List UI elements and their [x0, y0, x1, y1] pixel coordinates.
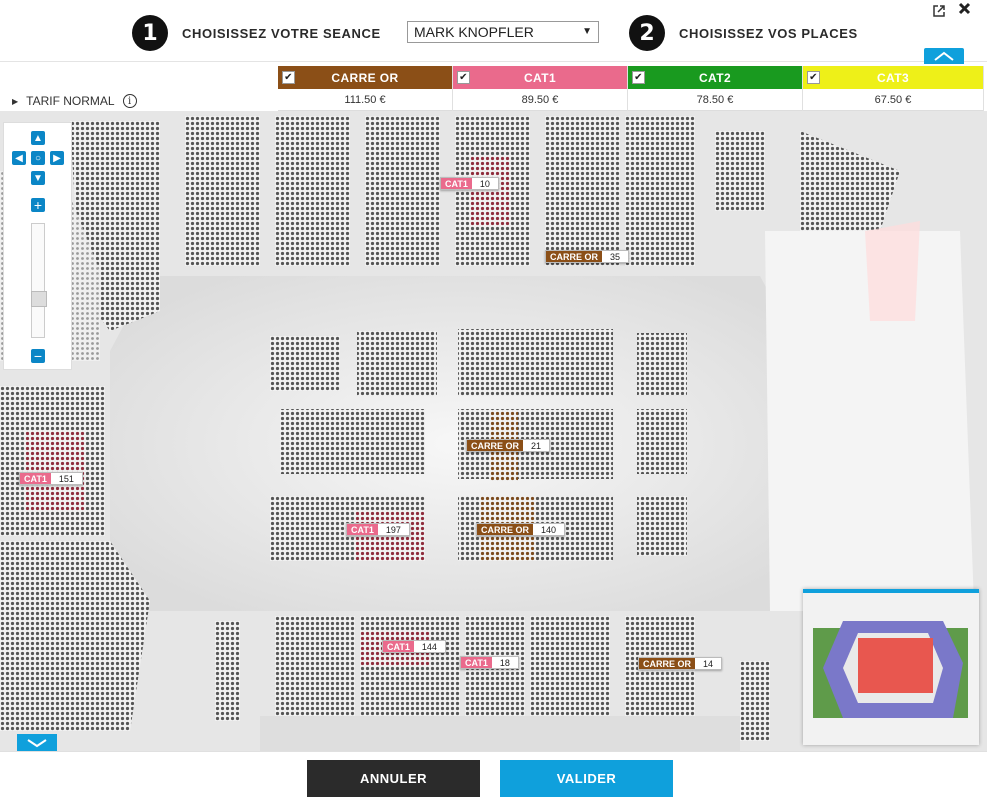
- pan-down-button[interactable]: ▼: [31, 171, 45, 185]
- info-icon[interactable]: i: [122, 94, 137, 108]
- map-tag[interactable]: CARRE OR 35: [545, 250, 630, 263]
- map-tag-category: CAT1: [461, 657, 492, 668]
- dropdown-arrow-icon: ▼: [582, 26, 592, 37]
- pan-up-button[interactable]: ▲: [31, 131, 45, 145]
- checkbox-icon[interactable]: ✔: [632, 71, 645, 84]
- step-2-label: CHOISISSEZ VOS PLACES: [679, 25, 858, 41]
- step-1-number: 1: [132, 15, 168, 51]
- pan-right-button[interactable]: ▶: [50, 151, 64, 165]
- bottom-bar: ANNULER VALIDER: [0, 751, 987, 800]
- zoom-control: ▲ ◀ ○ ▶ ▼ + −: [3, 122, 72, 370]
- map-tag[interactable]: CARRE OR 140: [476, 523, 566, 536]
- map-tag-count: 144: [413, 641, 445, 652]
- category-cat2: ✔ CAT2 78.50 €: [628, 66, 803, 111]
- map-tag-category: CAT1: [347, 524, 378, 535]
- category-header[interactable]: ✔ CAT3: [803, 66, 983, 89]
- category-name: CAT3: [876, 70, 910, 85]
- map-tag-count: 10: [471, 178, 498, 189]
- chevron-up-icon: [934, 51, 954, 61]
- map-tag-category: CARRE OR: [639, 658, 696, 669]
- minimap[interactable]: [803, 589, 979, 745]
- map-tag-category: CAT1: [383, 641, 414, 652]
- map-tag-count: 21: [523, 440, 550, 451]
- map-tag-count: 35: [602, 251, 629, 262]
- map-tag-count: 14: [695, 658, 722, 669]
- category-price: 78.50 €: [628, 89, 802, 111]
- step-1: 1 CHOISISSEZ VOTRE SEANCE: [132, 15, 381, 51]
- zoom-slider-handle[interactable]: [31, 291, 47, 307]
- cancel-button[interactable]: ANNULER: [307, 760, 480, 797]
- category-header[interactable]: ✔ CAT1: [453, 66, 627, 89]
- show-select[interactable]: MARK KNOPFLER ▼: [407, 21, 599, 43]
- category-price: 111.50 €: [278, 89, 452, 111]
- category-name: CAT1: [523, 70, 557, 85]
- step-2: 2 CHOISISSEZ VOS PLACES: [629, 15, 858, 51]
- map-tag-category: CARRE OR: [467, 440, 524, 451]
- category-cat1: ✔ CAT1 89.50 €: [453, 66, 628, 111]
- category-cat3: ✔ CAT3 67.50 €: [803, 66, 984, 111]
- map-tag[interactable]: CAT1 144: [382, 640, 446, 653]
- category-name: CAT2: [698, 70, 732, 85]
- tariff-label: TARIF NORMAL: [26, 94, 115, 108]
- reset-view-button[interactable]: ○: [31, 151, 45, 165]
- map-tag[interactable]: CAT1 151: [19, 472, 83, 485]
- map-tag-count: 18: [491, 657, 518, 668]
- step-2-number: 2: [629, 15, 665, 51]
- map-tag-count: 140: [533, 524, 565, 535]
- collapse-up-button[interactable]: [924, 48, 964, 64]
- category-header[interactable]: ✔ CARRE OR: [278, 66, 452, 89]
- validate-button[interactable]: VALIDER: [500, 760, 673, 797]
- map-tag[interactable]: CARRE OR 21: [466, 439, 551, 452]
- map-tag-count: 197: [377, 524, 409, 535]
- zoom-out-button[interactable]: −: [31, 348, 45, 364]
- external-link-icon[interactable]: [933, 4, 945, 21]
- category-header[interactable]: ✔ CAT2: [628, 66, 802, 89]
- map-tag-count: 151: [50, 473, 82, 484]
- tariff-row[interactable]: ▶ TARIF NORMAL i: [0, 91, 278, 111]
- map-tag[interactable]: CARRE OR 14: [638, 657, 723, 670]
- category-price: 89.50 €: [453, 89, 627, 111]
- scroll-down-button[interactable]: [17, 734, 57, 751]
- pan-left-button[interactable]: ◀: [12, 151, 26, 165]
- map-tag[interactable]: CAT1 18: [460, 656, 519, 669]
- checkbox-icon[interactable]: ✔: [807, 71, 820, 84]
- map-tag-category: CARRE OR: [546, 251, 603, 262]
- chevron-down-icon: [27, 738, 47, 747]
- map-tag[interactable]: CAT1 197: [346, 523, 410, 536]
- zoom-in-button[interactable]: +: [31, 197, 45, 213]
- map-tag-category: CARRE OR: [477, 524, 534, 535]
- category-price: 67.50 €: [803, 89, 983, 111]
- checkbox-icon[interactable]: ✔: [282, 71, 295, 84]
- expand-triangle-icon[interactable]: ▶: [12, 97, 18, 106]
- minimap-image: [803, 593, 979, 745]
- map-tag-category: CAT1: [20, 473, 51, 484]
- tariff-table: ▶ TARIF NORMAL i ✔ CARRE OR 111.50 € ✔ C…: [0, 66, 987, 112]
- map-tag-category: CAT1: [441, 178, 472, 189]
- show-select-value: MARK KNOPFLER: [414, 24, 534, 40]
- checkbox-icon[interactable]: ✔: [457, 71, 470, 84]
- map-tag[interactable]: CAT1 10: [440, 177, 499, 190]
- category-name: CARRE OR: [331, 70, 399, 85]
- close-icon[interactable]: [958, 2, 971, 19]
- zoom-slider[interactable]: [31, 223, 47, 338]
- top-bar: 1 CHOISISSEZ VOTRE SEANCE MARK KNOPFLER …: [0, 0, 987, 64]
- step-1-label: CHOISISSEZ VOTRE SEANCE: [182, 25, 381, 41]
- category-carre-or: ✔ CARRE OR 111.50 €: [278, 66, 453, 111]
